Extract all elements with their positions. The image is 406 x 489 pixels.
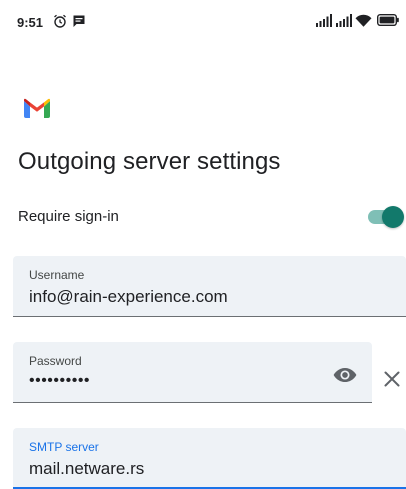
smtp-server-field[interactable]: SMTP server mail.netware.rs (13, 428, 406, 489)
wifi-icon (355, 14, 372, 27)
smtp-server-label: SMTP server (29, 440, 99, 454)
password-value: •••••••••• (29, 372, 91, 389)
status-bar: 9:51 (0, 0, 406, 34)
battery-icon (377, 14, 399, 26)
status-time: 9:51 (17, 15, 44, 30)
toggle-thumb (382, 206, 404, 228)
message-icon (73, 15, 85, 27)
eye-icon[interactable] (332, 362, 358, 388)
username-value: info@rain-experience.com (29, 287, 228, 306)
password-label: Password (29, 354, 82, 368)
signal-icon (336, 14, 352, 27)
require-signin-label: Require sign-in (18, 208, 119, 225)
username-label: Username (29, 268, 85, 282)
signal-icon (316, 14, 332, 27)
alarm-icon (54, 14, 66, 28)
page-title: Outgoing server settings (18, 148, 281, 175)
close-icon[interactable] (382, 369, 402, 389)
gmail-logo-icon (24, 98, 50, 118)
username-field[interactable]: Username info@rain-experience.com (13, 256, 406, 317)
password-field[interactable]: Password •••••••••• (13, 342, 372, 403)
require-signin-toggle[interactable] (366, 206, 404, 228)
smtp-server-value: mail.netware.rs (29, 459, 145, 478)
